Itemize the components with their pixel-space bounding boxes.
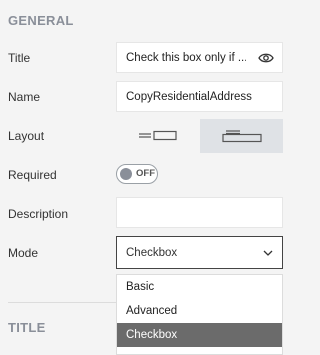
layout-label: Layout — [8, 129, 45, 143]
mode-dropdown: Basic Advanced Checkbox — [116, 274, 283, 355]
description-label: Description — [8, 207, 69, 221]
layout-option-inline[interactable] — [116, 119, 199, 153]
toggle-state: OFF — [136, 168, 155, 179]
mode-option-basic[interactable]: Basic — [117, 275, 282, 299]
description-field[interactable] — [116, 197, 283, 228]
required-label: Required — [8, 168, 57, 182]
stacked-layout-icon — [221, 130, 262, 143]
section-header-general: GENERAL — [8, 13, 74, 28]
eye-icon[interactable] — [258, 51, 274, 65]
title-field-value: Check this box only if ... — [126, 51, 246, 64]
mode-select-value: Checkbox — [126, 246, 178, 259]
mode-label: Mode — [8, 246, 39, 260]
name-label: Name — [8, 90, 41, 104]
mode-option-advanced[interactable]: Advanced — [117, 299, 282, 323]
inline-layout-icon — [138, 130, 177, 141]
name-field-value: CopyResidentialAddress — [126, 90, 252, 103]
mode-option-checkbox[interactable]: Checkbox — [117, 323, 282, 347]
required-toggle[interactable]: OFF — [116, 164, 158, 184]
toggle-knob — [120, 168, 132, 180]
chevron-down-icon — [263, 250, 273, 256]
name-field[interactable]: CopyResidentialAddress — [116, 81, 283, 112]
mode-select[interactable]: Checkbox — [116, 236, 283, 269]
title-field[interactable]: Check this box only if ... — [116, 42, 283, 73]
layout-option-stacked[interactable] — [200, 119, 283, 153]
section-header-title: TITLE — [8, 320, 46, 335]
properties-panel: GENERAL Title Check this box only if ...… — [0, 0, 297, 355]
section-divider — [8, 302, 116, 303]
title-label: Title — [8, 51, 31, 65]
